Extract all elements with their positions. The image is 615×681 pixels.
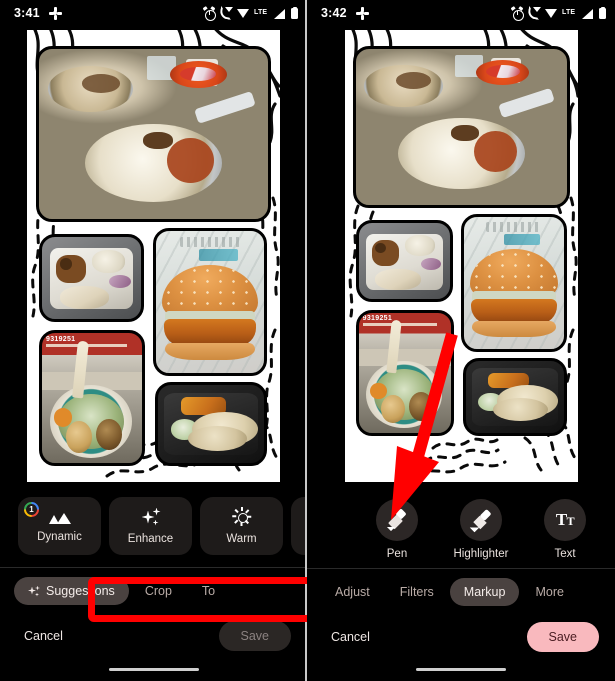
- missed-call-icon: [528, 7, 541, 19]
- alarm-icon: [510, 6, 524, 21]
- wifi-icon: [545, 7, 557, 19]
- suggestion-chip-row: 1 Dynamic Enhance Warm: [0, 489, 307, 565]
- collage-photo-burger: [461, 214, 567, 352]
- pen-icon: [386, 508, 408, 531]
- tool-pen[interactable]: Pen: [365, 499, 429, 560]
- battery-icon: [599, 7, 606, 19]
- tool-text-button[interactable]: TT: [544, 499, 586, 541]
- photo-canvas-right[interactable]: 9319251: [307, 26, 615, 489]
- collage-photo-hero: [353, 46, 570, 208]
- status-bar-right: 3:42 LTE: [307, 0, 615, 26]
- collage-photo-chaat: 9319251: [39, 330, 145, 466]
- chip-label: Enhance: [127, 532, 174, 545]
- collage-photo-chaat: 9319251: [356, 310, 454, 436]
- app-glyph-icon: [48, 6, 62, 20]
- alarm-icon: [202, 6, 216, 21]
- suggestion-chip-dynamic[interactable]: 1 Dynamic: [18, 497, 101, 555]
- home-indicator[interactable]: [416, 667, 506, 671]
- sparkle-icon: [28, 585, 40, 597]
- tab-markup[interactable]: Markup: [449, 578, 520, 606]
- tool-highlighter[interactable]: Highlighter: [449, 499, 513, 560]
- tool-text[interactable]: TT Text: [533, 499, 597, 560]
- photo-canvas-left[interactable]: 9319251: [0, 26, 307, 489]
- tab-more[interactable]: More: [521, 578, 577, 606]
- phone-screen-right: 3:42 LTE 9319251 Pen Highlighter TT Text…: [307, 0, 615, 681]
- collage-photo-hero: [36, 46, 271, 222]
- sparkle-icon: [140, 507, 162, 526]
- signal-icon: [582, 7, 594, 19]
- collage-photo-paratha: [463, 358, 567, 436]
- signal-icon: [274, 7, 286, 19]
- app-glyph-icon: [355, 6, 369, 20]
- cancel-button[interactable]: Cancel: [323, 624, 378, 650]
- markup-tool-row: Pen Highlighter TT Text: [307, 489, 615, 566]
- screenshot-stage: 3:41 LTE 9319251 1 Dynamic Enhance Warm …: [0, 0, 615, 681]
- lte-label: LTE: [562, 9, 576, 16]
- tool-label: Text: [554, 548, 576, 560]
- chip-label: Dynamic: [37, 530, 82, 543]
- editor-bottom-sheet-right: Pen Highlighter TT Text Adjust Filters M…: [307, 489, 615, 681]
- cancel-button[interactable]: Cancel: [16, 623, 71, 649]
- tool-label: Pen: [386, 548, 408, 560]
- mountain-icon: [48, 510, 71, 524]
- status-time: 3:42: [321, 6, 347, 20]
- sun-icon: [232, 507, 252, 526]
- tab-label: Suggestions: [46, 584, 115, 598]
- home-indicator[interactable]: [108, 667, 199, 671]
- editor-bottom-sheet-left: 1 Dynamic Enhance Warm Suggestions Crop …: [0, 489, 307, 681]
- chip-count-badge: 1: [24, 502, 39, 517]
- chaat-sign-text: 9319251: [46, 335, 76, 343]
- tool-label: Highlighter: [453, 548, 509, 560]
- photo-collage: 9319251: [27, 30, 280, 482]
- chip-label: Warm: [226, 533, 257, 545]
- chip-badge-count: 1: [26, 504, 37, 515]
- tool-highlighter-button[interactable]: [460, 499, 502, 541]
- chaat-sign-text: 9319251: [362, 315, 393, 323]
- missed-call-icon: [220, 7, 233, 19]
- action-row-right: Cancel Save: [307, 615, 615, 659]
- tab-tools[interactable]: To: [188, 577, 229, 605]
- tab-suggestions[interactable]: Suggestions: [14, 577, 129, 605]
- lte-label: LTE: [254, 9, 268, 16]
- suggestion-chip-enhance[interactable]: Enhance: [109, 497, 192, 555]
- tab-crop[interactable]: Crop: [131, 577, 186, 605]
- wifi-icon: [237, 7, 249, 19]
- status-icons: LTE: [510, 6, 606, 21]
- tab-filters[interactable]: Filters: [386, 578, 448, 606]
- battery-icon: [291, 7, 298, 19]
- collage-photo-paratha: [155, 382, 267, 466]
- status-icons: LTE: [202, 6, 298, 21]
- collage-photo-burger: [153, 228, 267, 376]
- tab-adjust[interactable]: Adjust: [321, 578, 384, 606]
- action-row-left: Cancel Save: [0, 614, 307, 658]
- phone-screen-left: 3:41 LTE 9319251 1 Dynamic Enhance Warm …: [0, 0, 307, 681]
- status-time: 3:41: [14, 6, 40, 20]
- save-button[interactable]: Save: [218, 621, 291, 651]
- collage-photo-tray: [356, 220, 453, 302]
- text-tool-icon: TT: [555, 510, 575, 529]
- suggestion-chip-warm[interactable]: Warm: [200, 497, 283, 555]
- panel-divider: [305, 0, 307, 681]
- editor-tab-row-left: Suggestions Crop To: [0, 568, 307, 614]
- save-button[interactable]: Save: [526, 622, 599, 652]
- editor-tab-row-right: Adjust Filters Markup More: [307, 569, 615, 615]
- highlighter-icon: [470, 508, 492, 531]
- tool-pen-button[interactable]: [376, 499, 418, 541]
- collage-photo-tray: [39, 234, 144, 322]
- photo-collage: 9319251: [345, 30, 578, 482]
- status-bar-left: 3:41 LTE: [0, 0, 307, 26]
